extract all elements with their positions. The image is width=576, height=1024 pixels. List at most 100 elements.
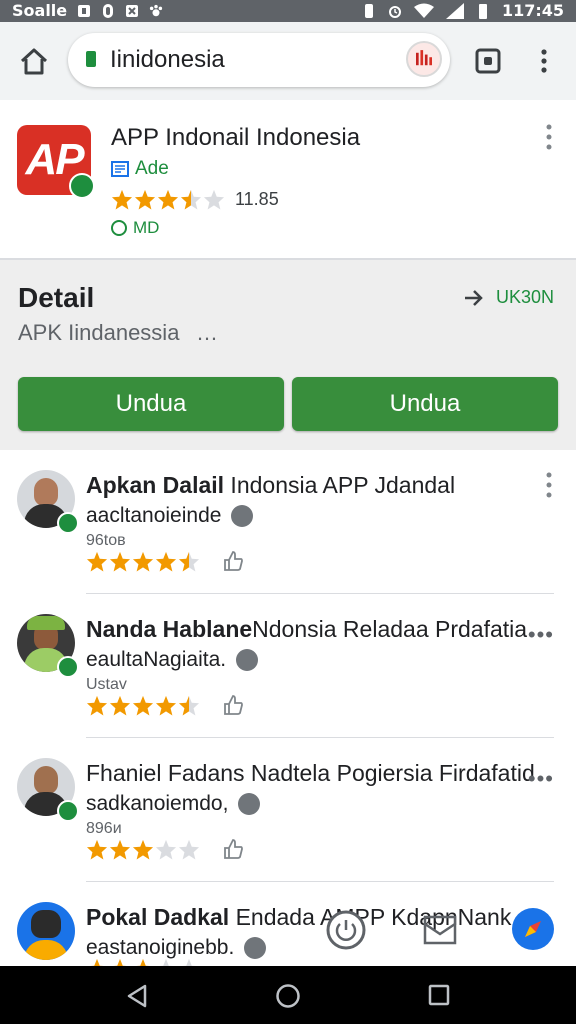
star-icon (132, 551, 154, 572)
thumbs-up-icon[interactable] (222, 694, 244, 716)
detail-link-label: UK30N (495, 287, 554, 307)
star-icon (182, 958, 196, 966)
star-icon (132, 839, 154, 860)
thumbs-up-icon[interactable] (222, 550, 244, 572)
detail-link[interactable]: UK30N (464, 287, 554, 308)
verified-check-icon (57, 512, 79, 534)
review-stars (86, 551, 200, 572)
star-icon (109, 695, 131, 716)
star-icon (109, 839, 131, 860)
star-icon (86, 551, 108, 572)
review-item: Fhaniel Fadans Nadtela Pogiersia Firdafa… (0, 738, 576, 882)
address-bar[interactable]: Iinidonesia (68, 33, 450, 87)
signal-icon (445, 2, 464, 19)
more-options-icon[interactable] (530, 47, 558, 75)
compass-icon[interactable] (511, 907, 555, 951)
system-nav-bar (0, 966, 576, 1024)
review-more-icon[interactable]: ••• (528, 622, 554, 648)
review-item: Pokal Dadkal Endada AMPP KdapnNank easta… (0, 882, 576, 966)
star-icon (132, 695, 154, 716)
star-icon (155, 695, 177, 716)
star-icon (155, 551, 177, 572)
star-icon (86, 839, 108, 860)
review-stars (86, 695, 200, 716)
download-button-1[interactable]: Undua (18, 377, 284, 431)
power-icon[interactable] (326, 910, 366, 950)
recents-icon[interactable] (428, 984, 450, 1006)
notification-icon (78, 4, 91, 17)
reviewer-name: Fhaniel Fadans Nadtela Pogiersia Firdafa… (86, 760, 535, 786)
inbox-icon[interactable] (422, 912, 458, 948)
edit-icon[interactable] (244, 937, 267, 959)
rating-stars (111, 189, 225, 210)
reviewer-handle: eastanoiginebb. (86, 936, 267, 960)
reviewer-name: Apkan Dalail Indonsia APP Jdandal (86, 472, 456, 498)
app-rating: 11.85 (111, 189, 279, 210)
star-icon (90, 958, 104, 966)
download-button-2[interactable]: Undua (292, 377, 558, 431)
alarm-icon (388, 5, 401, 18)
home-icon[interactable] (18, 46, 50, 78)
reviewer-handle: aacltanoieinde (86, 504, 254, 528)
battery-icon (478, 3, 487, 19)
notification-icon-2 (103, 3, 114, 18)
edit-icon[interactable] (238, 793, 261, 815)
star-icon (109, 551, 131, 572)
review-meta: 96tов (86, 532, 126, 549)
detail-heading: Detail (18, 282, 95, 313)
developer-icon (111, 161, 129, 177)
avatar[interactable] (17, 902, 75, 960)
app-header: AP APP Indonail Indonesia Ade 11.85 MD (0, 100, 576, 260)
detail-more-ellipsis[interactable]: … (196, 320, 218, 346)
lock-icon (86, 51, 96, 67)
review-more-icon[interactable]: ••• (528, 766, 554, 792)
size-icon (111, 220, 127, 236)
star-icon (136, 958, 150, 966)
back-icon[interactable] (125, 984, 149, 1008)
vibrate-icon (364, 3, 373, 18)
star-icon (157, 189, 179, 210)
star-icon (134, 189, 156, 210)
browser-toolbar: Iinidonesia (0, 22, 576, 101)
home-nav-icon[interactable] (275, 983, 301, 1009)
arrow-right-icon (464, 289, 483, 306)
app-size: MD (111, 218, 159, 238)
review-item: Apkan Dalail Indonsia APP Jdandal aaclta… (0, 450, 576, 594)
site-icon[interactable] (406, 41, 442, 77)
url-text[interactable]: Iinidonesia (110, 46, 225, 74)
clock: 117:45 (501, 1, 564, 20)
review-meta: Ustav (86, 676, 127, 693)
detail-section: Detail APK Iindanessia … UK30N Undua Und… (0, 260, 576, 450)
reviewer-name: Nanda HablaneNdonsia Reladaa Prdafatia (86, 616, 528, 642)
edit-icon[interactable] (231, 505, 254, 527)
app-title: APP Indonail Indonesia (111, 124, 361, 151)
wifi-icon (413, 3, 434, 18)
review-more-icon[interactable] (546, 472, 552, 498)
developer-link[interactable]: Ade (111, 158, 169, 180)
reviewer-handle: eaultaNagiaita. (86, 648, 259, 672)
review-meta: 896и (86, 820, 122, 837)
star-icon (159, 958, 173, 966)
app-logo[interactable]: AP (17, 125, 95, 199)
reviews-list: Apkan Dalail Indonsia APP Jdandal aaclta… (0, 450, 576, 966)
reviewer-handle: sadkanoiemdo, (86, 792, 261, 816)
carrier-label: Soalle (12, 1, 68, 20)
tab-switcher-icon[interactable] (474, 47, 502, 75)
review-item: Nanda HablaneNdonsia Reladaa Prdafatia e… (0, 594, 576, 738)
star-icon (111, 189, 133, 210)
status-bar: Soalle 117:45 (0, 0, 576, 22)
thumbs-up-icon[interactable] (222, 838, 244, 860)
app-more-icon[interactable] (546, 124, 552, 150)
paw-icon (150, 4, 163, 16)
star-icon (178, 839, 200, 860)
verified-check-icon (57, 656, 79, 678)
detail-subtitle: APK Iindanessia (18, 320, 180, 345)
star-icon (203, 189, 225, 210)
star-icon (178, 695, 200, 716)
edit-icon[interactable] (236, 649, 259, 671)
verified-check-icon (69, 173, 95, 199)
verified-check-icon (57, 800, 79, 822)
star-icon (155, 839, 177, 860)
review-stars (86, 958, 200, 966)
star-icon (113, 958, 127, 966)
